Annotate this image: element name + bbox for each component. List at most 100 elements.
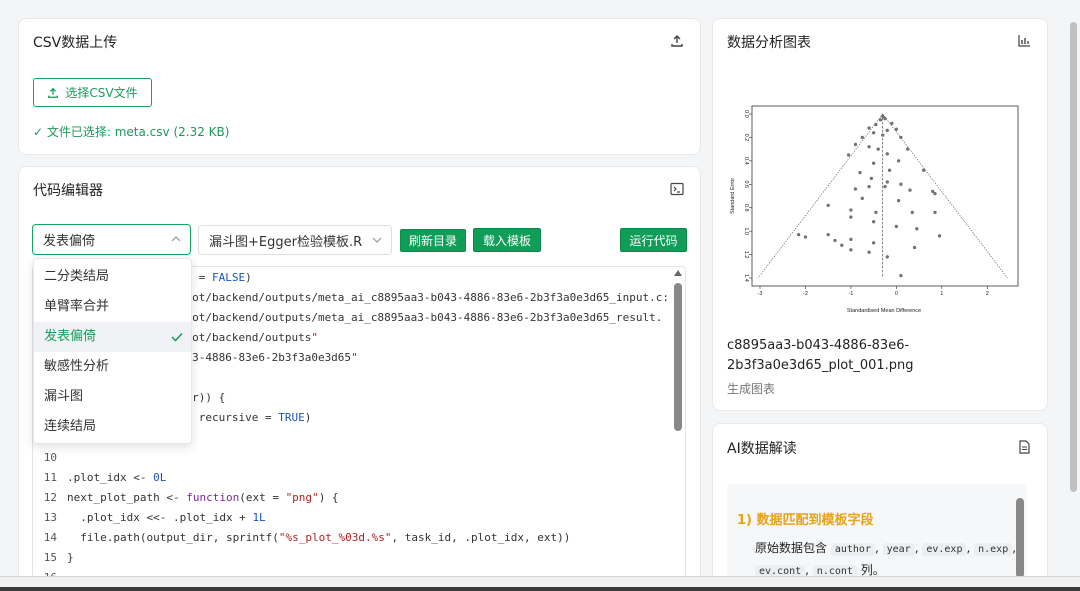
scatter-point bbox=[885, 255, 889, 259]
bar-chart-icon[interactable] bbox=[1017, 34, 1031, 48]
scatter-point bbox=[899, 274, 903, 278]
scatter-point bbox=[849, 248, 853, 252]
x-tick-label: 2 bbox=[986, 291, 989, 297]
refresh-button[interactable]: 刷新目录 bbox=[400, 229, 466, 252]
scatter-point bbox=[931, 189, 935, 193]
scatter-point bbox=[906, 147, 910, 151]
scatter-point bbox=[878, 118, 883, 122]
y-axis-label: Standard Error bbox=[730, 178, 736, 214]
x-tick-label: -1 bbox=[848, 291, 853, 297]
scatter-point bbox=[933, 210, 937, 215]
chevron-down-icon bbox=[372, 237, 382, 243]
choose-csv-button[interactable]: 选择CSV文件 bbox=[33, 78, 152, 107]
scatter-point bbox=[871, 241, 876, 245]
category-select-value: 发表偏倚 bbox=[43, 234, 96, 249]
line-number: 12 bbox=[43, 491, 57, 504]
scatter-point bbox=[803, 235, 808, 239]
field-tag: year bbox=[882, 543, 915, 556]
scatter-point bbox=[885, 128, 889, 133]
y-tick-label: 0.2 bbox=[743, 134, 749, 142]
scatter-point bbox=[876, 147, 880, 151]
scatter-point bbox=[912, 245, 917, 250]
dropdown-option-selected[interactable]: 发表偏倚 bbox=[34, 322, 191, 352]
dropdown-option[interactable]: 二分类结局 bbox=[34, 262, 191, 292]
scatter-point bbox=[849, 237, 853, 241]
load-template-button[interactable]: 载入模板 bbox=[473, 228, 541, 252]
scatter-point bbox=[915, 227, 919, 231]
scatter-point bbox=[833, 238, 837, 243]
y-tick-label: 1.4 bbox=[743, 274, 749, 282]
dropdown-option[interactable]: 敏感性分析 bbox=[34, 352, 191, 382]
scatter-point bbox=[860, 135, 864, 140]
scatter-point bbox=[867, 126, 871, 130]
scatter-point bbox=[871, 220, 876, 224]
dropdown-option[interactable]: 漏斗图 bbox=[34, 382, 191, 412]
field-tag: author bbox=[830, 543, 875, 556]
x-axis-label: Standardised Mean Difference bbox=[847, 308, 921, 314]
code-text: next_plot_path <- function(ext = "png") … bbox=[67, 491, 339, 504]
scatter-point bbox=[885, 180, 889, 184]
scatter-point bbox=[849, 215, 853, 219]
ai-content: 1) 数据匹配到模板字段 原始数据包含 author, year, ev.exp… bbox=[727, 484, 1027, 579]
upload-icon[interactable] bbox=[670, 34, 684, 48]
template-select-value: 漏斗图+Egger检验模板.R bbox=[209, 234, 363, 250]
y-tick-label: 0.6 bbox=[743, 180, 749, 188]
line-number: 10 bbox=[43, 451, 57, 464]
template-select[interactable]: 漏斗图+Egger检验模板.R bbox=[198, 225, 392, 255]
scatter-point bbox=[887, 168, 892, 172]
y-tick-label: 0.8 bbox=[743, 204, 749, 212]
scatter-point bbox=[910, 210, 914, 215]
document-icon[interactable] bbox=[1017, 440, 1031, 454]
scatter-point bbox=[858, 170, 862, 175]
plot-caption: 生成图表 bbox=[727, 382, 776, 396]
scatter-point bbox=[867, 145, 871, 149]
scatter-point bbox=[867, 184, 871, 189]
scatter-point bbox=[896, 199, 901, 203]
line-number: 11 bbox=[43, 471, 57, 484]
ai-card-title: AI数据解读 bbox=[727, 441, 797, 457]
funnel-plot: -3 -2 -1 0 1 2 0.0 0.2 0.4 0.6 0.8 1.0 1.2 1.4 Standa… bbox=[730, 105, 1019, 314]
code-text: .plot_idx <<- .plot_idx + 1L bbox=[67, 511, 266, 524]
field-tag: n.exp bbox=[974, 543, 1013, 556]
chevron-up-icon bbox=[171, 236, 181, 242]
scatter-point bbox=[883, 184, 887, 189]
line-number: 15 bbox=[43, 551, 57, 564]
run-code-button[interactable]: 运行代码 bbox=[620, 228, 687, 252]
category-select[interactable]: 发表偏倚 bbox=[32, 224, 191, 255]
ai-para-prefix: 原始数据包含 bbox=[755, 541, 828, 555]
scatter-point bbox=[881, 114, 885, 118]
code-scroll-up-icon[interactable] bbox=[674, 270, 682, 276]
scatter-point bbox=[860, 196, 864, 200]
ai-para-suffix: 列。 bbox=[860, 563, 885, 577]
check-icon bbox=[171, 332, 183, 342]
scatter-point bbox=[883, 117, 887, 121]
code-text: wwwroot/backend/outputs/meta_ai_c8895aa3… bbox=[159, 291, 669, 304]
ai-paragraph: 原始数据包含 author, year, ev.exp, n.exp, ev.c… bbox=[755, 541, 1017, 578]
plot-filename: c8895aa3-b043-4886-83e6-2b3f3a0e3d65_plo… bbox=[727, 338, 914, 373]
scatter-point bbox=[908, 188, 912, 192]
category-dropdown: 二分类结局 单臂率合并 发表偏倚 敏感性分析 漏斗图 连续结局 bbox=[33, 258, 192, 444]
scatter-point bbox=[846, 153, 851, 157]
dropdown-option[interactable]: 连续结局 bbox=[34, 412, 191, 442]
line-number: 13 bbox=[43, 511, 57, 524]
scatter-point bbox=[853, 187, 858, 191]
code-text: wwwroot/backend/outputs/meta_ai_c8895aa3… bbox=[159, 311, 663, 324]
scatter-point bbox=[874, 122, 878, 127]
y-tick-label: 0.0 bbox=[743, 110, 749, 118]
x-tick-label: 1 bbox=[940, 291, 943, 297]
code-editor-title: 代码编辑器 bbox=[33, 183, 103, 199]
chart-card-title: 数据分析图表 bbox=[727, 35, 811, 51]
funnel-left-line bbox=[757, 113, 883, 279]
y-tick-label: 1.0 bbox=[743, 227, 749, 235]
terminal-icon[interactable] bbox=[670, 182, 684, 196]
code-scrollbar[interactable] bbox=[674, 283, 682, 431]
dropdown-option[interactable]: 单臂率合并 bbox=[34, 292, 191, 322]
scatter-point bbox=[871, 131, 876, 135]
taskbar bbox=[0, 576, 1080, 591]
x-tick-label: -2 bbox=[803, 291, 808, 297]
scatter-point bbox=[874, 210, 878, 215]
scatter-point bbox=[881, 133, 885, 137]
ai-scrollbar[interactable] bbox=[1016, 498, 1024, 578]
scatter-point bbox=[885, 152, 889, 156]
page-scrollbar[interactable] bbox=[1070, 22, 1077, 492]
